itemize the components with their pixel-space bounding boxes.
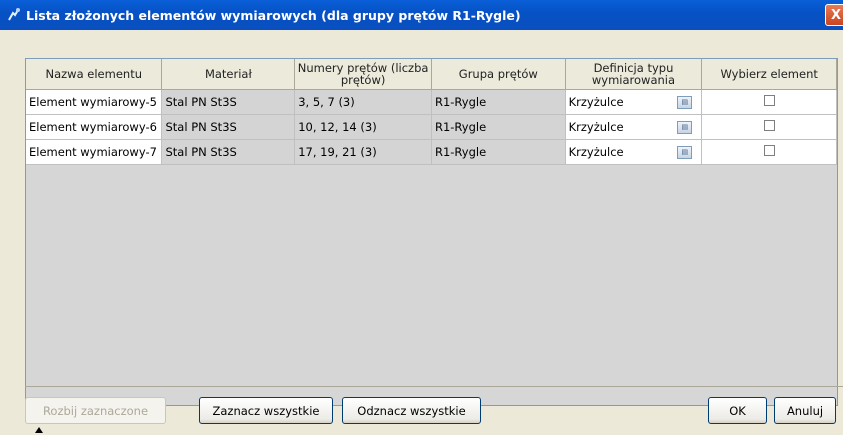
design-type-value: Krzyżulce: [568, 145, 624, 159]
design-type-value: Krzyżulce: [568, 95, 624, 109]
elements-table: Nazwa elementu Materiał Numery prętów (l…: [25, 58, 838, 406]
split-selected-button[interactable]: Rozbij zaznaczone: [25, 397, 166, 424]
select-all-button[interactable]: Zaznacz wszystkie: [199, 397, 333, 424]
cell-select: [701, 139, 837, 165]
cell-bar-numbers: 3, 5, 7 (3): [294, 89, 432, 115]
cell-bar-numbers: 17, 19, 21 (3): [294, 139, 432, 165]
cell-select: [701, 89, 837, 115]
cell-select: [701, 114, 837, 140]
cell-bar-group: R1-Rygle: [431, 139, 566, 165]
column-header-bar-numbers[interactable]: Numery prętów (liczba prętów): [294, 59, 432, 90]
column-header-design-type[interactable]: Definicja typu wymiarowania: [565, 59, 703, 90]
cell-bar-numbers: 10, 12, 14 (3): [294, 114, 432, 140]
dialog-body: Nazwa elementu Materiał Numery prętów (l…: [0, 30, 843, 435]
dialog-button-icon[interactable]: ▤: [677, 145, 693, 159]
cursor-icon: [35, 427, 43, 433]
cell-material: Stal PN St3S: [161, 89, 296, 115]
column-header-material[interactable]: Materiał: [161, 59, 296, 90]
table-row[interactable]: Element wymiarowy-5 Stal PN St3S 3, 5, 7…: [26, 89, 837, 115]
close-icon: X: [830, 7, 842, 23]
table-row[interactable]: Element wymiarowy-6 Stal PN St3S 10, 12,…: [26, 114, 837, 140]
select-checkbox[interactable]: [763, 95, 775, 106]
table-row[interactable]: Element wymiarowy-7 Stal PN St3S 17, 19,…: [26, 139, 837, 165]
app-icon: [8, 8, 20, 21]
cell-design-type[interactable]: Krzyżulce ▤: [565, 89, 703, 115]
dialog-button-icon[interactable]: ▤: [677, 120, 693, 134]
cell-bar-group: R1-Rygle: [431, 114, 566, 140]
cell-design-type[interactable]: Krzyżulce ▤: [565, 114, 703, 140]
close-button[interactable]: X: [825, 4, 843, 26]
column-header-bar-group[interactable]: Grupa prętów: [431, 59, 566, 90]
cell-name[interactable]: Element wymiarowy-5: [26, 89, 163, 115]
cancel-button[interactable]: Anuluj: [774, 397, 836, 424]
elements-grid: Nazwa elementu Materiał Numery prętów (l…: [26, 59, 837, 165]
title-bar[interactable]: Lista złożonych elementów wymiarowych (d…: [0, 0, 843, 30]
button-separator: [25, 386, 843, 387]
window-title: Lista złożonych elementów wymiarowych (d…: [26, 7, 521, 23]
select-checkbox[interactable]: [763, 120, 775, 131]
column-header-name[interactable]: Nazwa elementu: [26, 59, 163, 90]
design-type-value: Krzyżulce: [568, 120, 624, 134]
cell-bar-group: R1-Rygle: [431, 89, 566, 115]
cell-name[interactable]: Element wymiarowy-6: [26, 114, 163, 140]
deselect-all-button[interactable]: Odznacz wszystkie: [342, 397, 481, 424]
cell-design-type[interactable]: Krzyżulce ▤: [565, 139, 703, 165]
column-header-select[interactable]: Wybierz element: [701, 59, 837, 90]
ok-button[interactable]: OK: [708, 397, 767, 424]
cell-name[interactable]: Element wymiarowy-7: [26, 139, 163, 165]
cell-material: Stal PN St3S: [161, 114, 296, 140]
dialog-button-icon[interactable]: ▤: [677, 95, 693, 109]
cell-material: Stal PN St3S: [161, 139, 296, 165]
select-checkbox[interactable]: [763, 145, 775, 156]
